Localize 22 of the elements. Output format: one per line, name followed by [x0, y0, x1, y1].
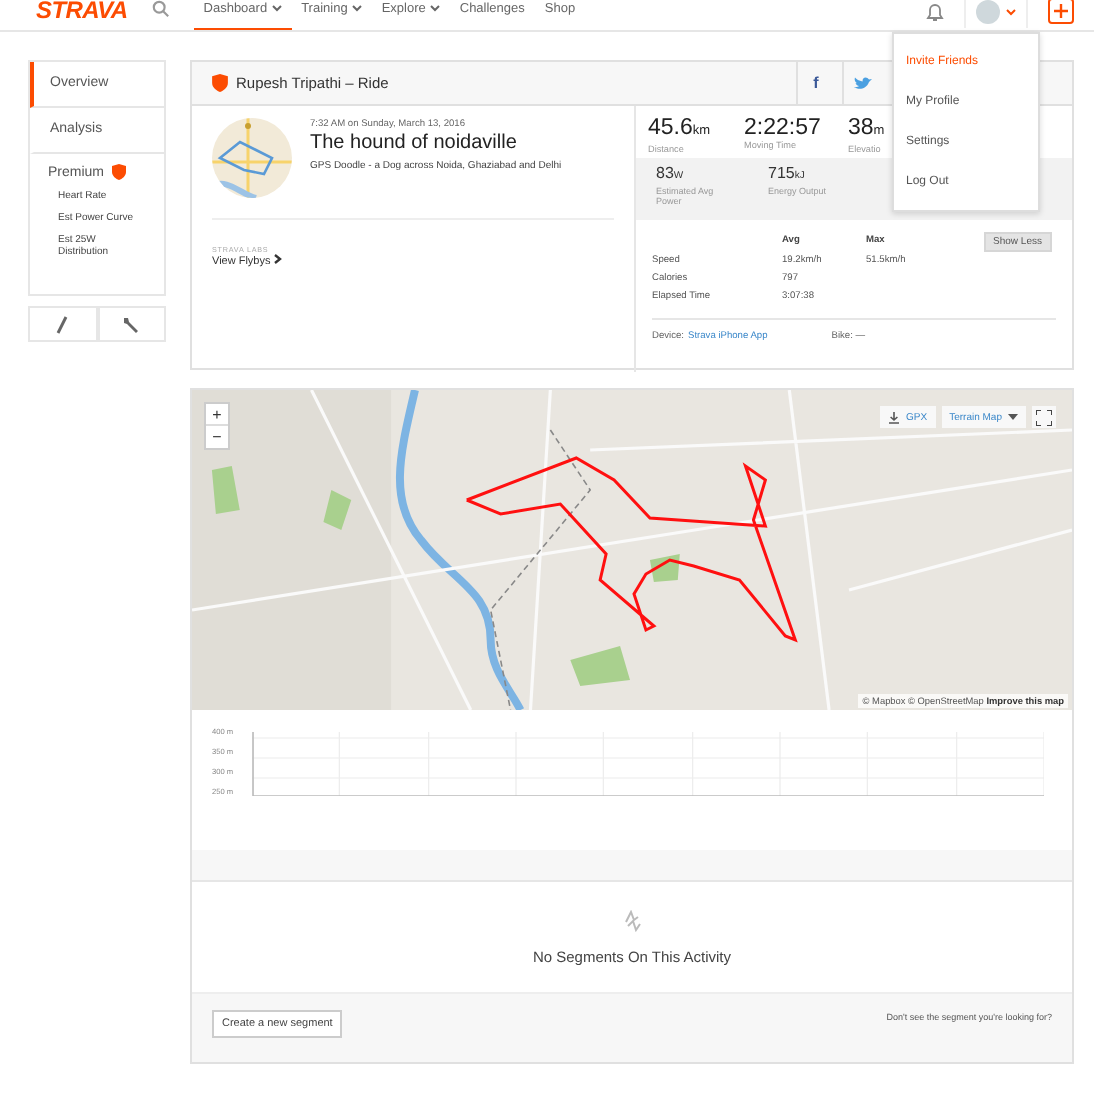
chevron-icon [273, 254, 282, 264]
tools-button[interactable] [97, 306, 166, 342]
shield-icon [112, 164, 127, 180]
fullscreen-button[interactable] [1032, 406, 1056, 428]
segment-icon [623, 909, 641, 931]
bird-icon [853, 76, 871, 90]
download-icon [888, 411, 901, 423]
plus-icon[interactable] [1048, 0, 1074, 24]
activity-title: The hound of noidaville [310, 132, 519, 154]
shield-icon [212, 74, 228, 92]
pencil-icon [56, 315, 69, 333]
stat-value: 2:22:57 [744, 116, 823, 140]
facebook-share-button[interactable]: f [796, 62, 834, 104]
edit-button[interactable] [28, 306, 97, 342]
zoom-in-button[interactable]: + [206, 404, 228, 426]
caret-icon[interactable] [1006, 7, 1016, 15]
fullscreen-icon [1036, 409, 1052, 425]
avatar[interactable] [976, 0, 1000, 23]
caret-icon [1008, 414, 1018, 420]
search-icon[interactable] [151, 0, 170, 18]
bell-icon[interactable] [926, 1, 944, 21]
wrench-icon [122, 315, 141, 333]
